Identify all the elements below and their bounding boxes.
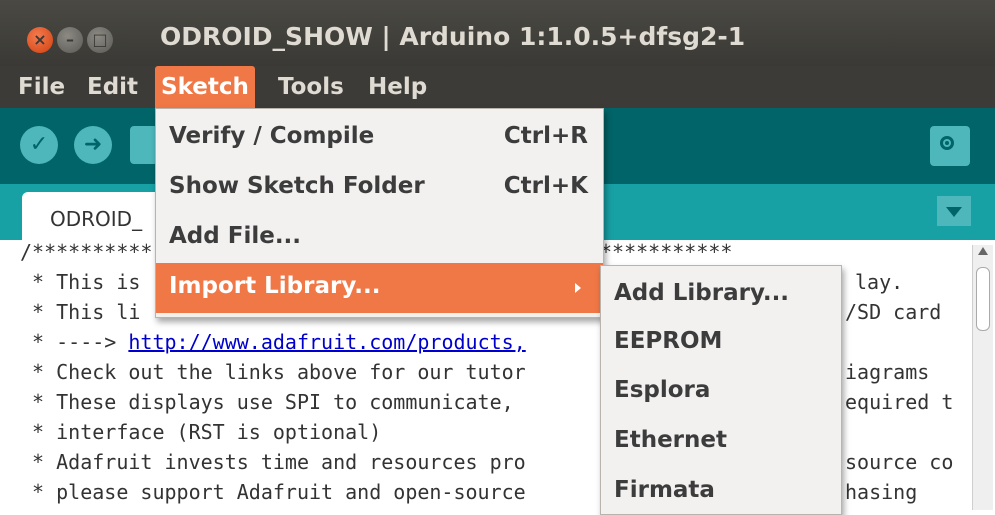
submenu-item-eeprom[interactable]: EEPROM xyxy=(614,328,722,354)
menu-tools[interactable]: Tools xyxy=(272,66,350,108)
minimize-icon: – xyxy=(66,30,74,49)
maximize-icon: □ xyxy=(92,30,108,49)
verify-button[interactable]: ✓ xyxy=(20,126,58,164)
code-line: * ----> http://www.adafruit.com/products… xyxy=(20,330,526,354)
tab-label: ODROID_ xyxy=(50,207,143,231)
menu-bar: File Edit Sketch Tools Help xyxy=(0,66,995,108)
submenu-item-esplora[interactable]: Esplora xyxy=(614,377,710,403)
code-fragment: hasing xyxy=(845,480,918,504)
title-bar: × – □ ODROID_SHOW | Arduino 1:1.0.5+dfsg… xyxy=(0,0,995,66)
shortcut-label: Ctrl+R xyxy=(503,123,588,149)
editor-scrollbar[interactable] xyxy=(972,245,993,510)
code-line: * Adafruit invests time and resources pr… xyxy=(20,450,526,474)
code-line: /********** xyxy=(20,240,153,264)
close-icon: × xyxy=(33,30,47,49)
code-fragment: /SD card xyxy=(845,300,942,324)
menu-sketch[interactable]: Sketch xyxy=(155,66,255,108)
menu-edit[interactable]: Edit xyxy=(81,66,144,108)
code-line: * Check out the links above for our tuto… xyxy=(20,360,526,384)
submenu-item-ethernet[interactable]: Ethernet xyxy=(614,427,727,453)
tab-menu-button[interactable] xyxy=(937,196,971,226)
code-line: * interface (RST is optional) xyxy=(20,420,382,444)
arrow-right-icon: ➜ xyxy=(83,132,103,157)
code-fragment: source co xyxy=(845,450,954,474)
minimize-window-button[interactable]: – xyxy=(57,27,83,53)
serial-monitor-button[interactable] xyxy=(930,126,970,166)
menu-item-import-library[interactable]: Import Library... xyxy=(156,263,603,313)
submenu-item-firmata[interactable]: Firmata xyxy=(614,477,715,503)
window-title: ODROID_SHOW | Arduino 1:1.0.5+dfsg2-1 xyxy=(160,22,746,51)
scroll-up-icon[interactable] xyxy=(978,247,988,255)
import-library-submenu: Add Library... EEPROM Esplora Ethernet F… xyxy=(600,265,842,515)
product-link[interactable]: http://www.adafruit.com/products, xyxy=(128,330,525,354)
menu-item-add-file[interactable]: Add File... xyxy=(156,213,603,263)
menu-file[interactable]: File xyxy=(12,66,71,108)
scroll-thumb[interactable] xyxy=(976,267,990,331)
menu-item-verify-compile[interactable]: Verify / Compile Ctrl+R xyxy=(156,113,603,163)
code-fragment: iagrams xyxy=(845,360,930,384)
submenu-arrow-icon xyxy=(575,283,581,293)
code-line: * These displays use SPI to communicate, xyxy=(20,390,514,414)
sketch-dropdown-menu: Verify / Compile Ctrl+R Show Sketch Fold… xyxy=(155,108,604,318)
code-line: * This is xyxy=(20,270,141,294)
close-window-button[interactable]: × xyxy=(27,27,53,53)
menu-item-show-sketch-folder[interactable]: Show Sketch Folder Ctrl+K xyxy=(156,163,603,213)
maximize-window-button[interactable]: □ xyxy=(87,27,113,53)
code-line: * please support Adafruit and open-sourc… xyxy=(20,480,526,504)
submenu-item-add-library[interactable]: Add Library... xyxy=(614,280,789,306)
new-button[interactable] xyxy=(130,126,158,164)
shortcut-label: Ctrl+K xyxy=(503,173,588,199)
code-fragment: *********** xyxy=(600,240,733,264)
code-fragment: lay. xyxy=(855,270,904,294)
menu-help[interactable]: Help xyxy=(362,66,433,108)
code-fragment: equired t xyxy=(845,390,954,414)
upload-button[interactable]: ➜ xyxy=(74,126,112,164)
code-line: * This li xyxy=(20,300,141,324)
check-icon: ✓ xyxy=(29,132,49,157)
